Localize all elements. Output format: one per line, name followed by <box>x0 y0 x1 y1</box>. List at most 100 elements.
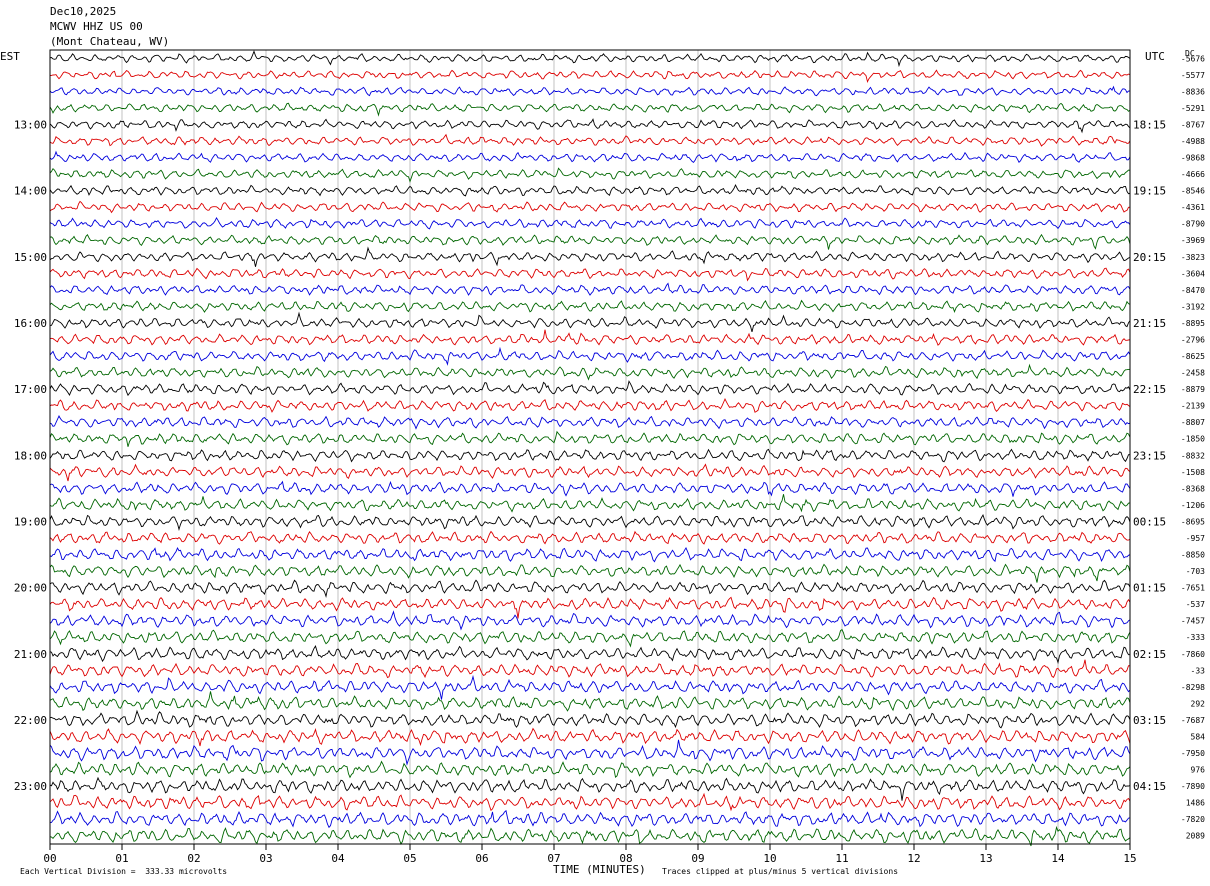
dc-offset-label: -8832 <box>1181 451 1205 460</box>
trace-row <box>49 363 1131 381</box>
trace-row <box>49 102 1131 117</box>
dc-offset-label: -4361 <box>1181 203 1205 212</box>
dc-offset-label: -8546 <box>1181 187 1205 196</box>
trace-row <box>49 727 1131 747</box>
trace-row <box>49 691 1131 712</box>
right-hour-label: 21:15 <box>1133 317 1166 330</box>
left-hour-label: 16:00 <box>14 317 47 330</box>
trace-row <box>49 530 1131 545</box>
right-hour-label: 04:15 <box>1133 780 1166 793</box>
dc-offset-label: -7457 <box>1181 617 1205 626</box>
dc-offset-label: -1850 <box>1181 435 1205 444</box>
trace-row <box>49 69 1131 84</box>
dc-offset-label: -7950 <box>1181 749 1205 758</box>
left-hour-label: 19:00 <box>14 515 47 528</box>
trace-row <box>49 50 1131 68</box>
x-tick-label: 05 <box>403 852 416 865</box>
trace-row <box>49 659 1131 679</box>
trace-row <box>49 645 1130 665</box>
left-hour-label: 17:00 <box>14 383 47 396</box>
dc-offset-label: -3823 <box>1181 253 1205 262</box>
dc-offset-label: -537 <box>1186 600 1205 609</box>
x-axis: 00 01 02 03 04 05 06 07 08 09 10 11 12 13 14 15 <box>43 844 1137 865</box>
x-axis-title: TIME (MINUTES) <box>553 863 646 876</box>
dc-offset-label: 292 <box>1191 699 1206 708</box>
dc-offset-label: -9868 <box>1181 154 1205 163</box>
dc-offset-label: -7890 <box>1181 782 1205 791</box>
x-tick-label: 06 <box>475 852 488 865</box>
trace-row <box>49 596 1131 619</box>
dc-offset-label: 976 <box>1191 766 1206 775</box>
trace-row <box>49 739 1131 766</box>
left-hour-label: 21:00 <box>14 648 47 661</box>
trace-row <box>49 380 1131 397</box>
left-hour-label: 23:00 <box>14 780 47 793</box>
trace-row <box>49 118 1131 134</box>
header-date: Dec10,2025 <box>50 5 117 18</box>
left-zone-label: EST <box>0 50 20 63</box>
dc-offset-label: -5577 <box>1181 71 1205 80</box>
trace-row <box>49 299 1131 313</box>
dc-offset-label: -2796 <box>1181 335 1205 344</box>
trace-row <box>49 415 1131 430</box>
dc-offset-label: -2458 <box>1181 369 1205 378</box>
right-hour-label: 22:15 <box>1133 383 1166 396</box>
trace-row <box>49 480 1131 497</box>
dc-offset-label: -5291 <box>1181 104 1205 113</box>
dc-offset-label: -8767 <box>1181 120 1205 129</box>
minute-grid <box>121 50 1059 844</box>
dc-offset-label: -4988 <box>1181 137 1205 146</box>
x-tick-label: 02 <box>187 852 200 865</box>
dc-offset-label: -1508 <box>1181 468 1205 477</box>
dc-offset-label: -8836 <box>1181 87 1205 96</box>
dc-label: DC <box>1185 49 1195 58</box>
trace-row <box>49 346 1131 366</box>
header-location: (Mont Chateau, WV) <box>50 35 170 48</box>
dc-offset-label: 1486 <box>1186 799 1205 808</box>
left-hour-label: 15:00 <box>14 251 47 264</box>
trace-row <box>49 246 1131 267</box>
trace-row <box>49 709 1131 729</box>
x-tick-label: 14 <box>1051 852 1065 865</box>
dc-offset-label: -7860 <box>1181 650 1205 659</box>
left-hour-label: 14:00 <box>14 185 47 198</box>
dc-offset-label: -7651 <box>1181 584 1205 593</box>
right-hour-label: 20:15 <box>1133 251 1166 264</box>
trace-row <box>49 809 1131 829</box>
dc-offset-label: -703 <box>1186 567 1205 576</box>
trace-row <box>49 216 1131 230</box>
left-hour-label: 13:00 <box>14 118 47 131</box>
trace-row <box>49 579 1131 599</box>
dc-offset-label: -1206 <box>1181 501 1205 510</box>
right-hour-label: 02:15 <box>1133 648 1166 661</box>
dc-offset-labels: -5676-5577-8836-5291-8767-4988-9868-4666… <box>1181 54 1205 840</box>
trace-row <box>49 85 1131 97</box>
dc-offset-label: -8368 <box>1181 484 1205 493</box>
dc-offset-label: -8470 <box>1181 286 1205 295</box>
right-hour-labels: 18:15 19:15 20:15 21:15 22:15 23:15 00:15 01:15… <box>1133 118 1166 793</box>
trace-row <box>49 825 1131 847</box>
trace-row <box>49 233 1131 250</box>
trace-row <box>49 776 1131 801</box>
trace-row <box>49 674 1131 700</box>
trace-row <box>49 610 1131 631</box>
clip-note: Traces clipped at plus/minus 5 vertical … <box>662 867 899 876</box>
right-hour-label: 19:15 <box>1133 185 1166 198</box>
dc-offset-label: -8790 <box>1181 220 1205 229</box>
trace-row <box>49 463 1131 482</box>
trace-row <box>49 398 1131 413</box>
plot-frame <box>49 49 1131 845</box>
x-tick-label: 00 <box>43 852 56 865</box>
trace-row <box>49 448 1130 463</box>
right-hour-label: 01:15 <box>1133 582 1166 595</box>
trace-row <box>49 563 1131 583</box>
x-tick-label: 10 <box>763 852 776 865</box>
dc-offset-label: -957 <box>1186 534 1205 543</box>
dc-offset-label: -8625 <box>1181 352 1205 361</box>
scale-note: Each Vertical Division = 333.33 microvol… <box>20 867 228 876</box>
trace-row <box>49 311 1131 333</box>
dc-offset-label: -33 <box>1191 666 1206 675</box>
x-tick-label: 09 <box>691 852 704 865</box>
left-hour-labels: 13:00 14:00 15:00 16:00 17:00 18:00 19:00 20:00… <box>14 118 47 793</box>
dc-offset-label: -2139 <box>1181 402 1205 411</box>
